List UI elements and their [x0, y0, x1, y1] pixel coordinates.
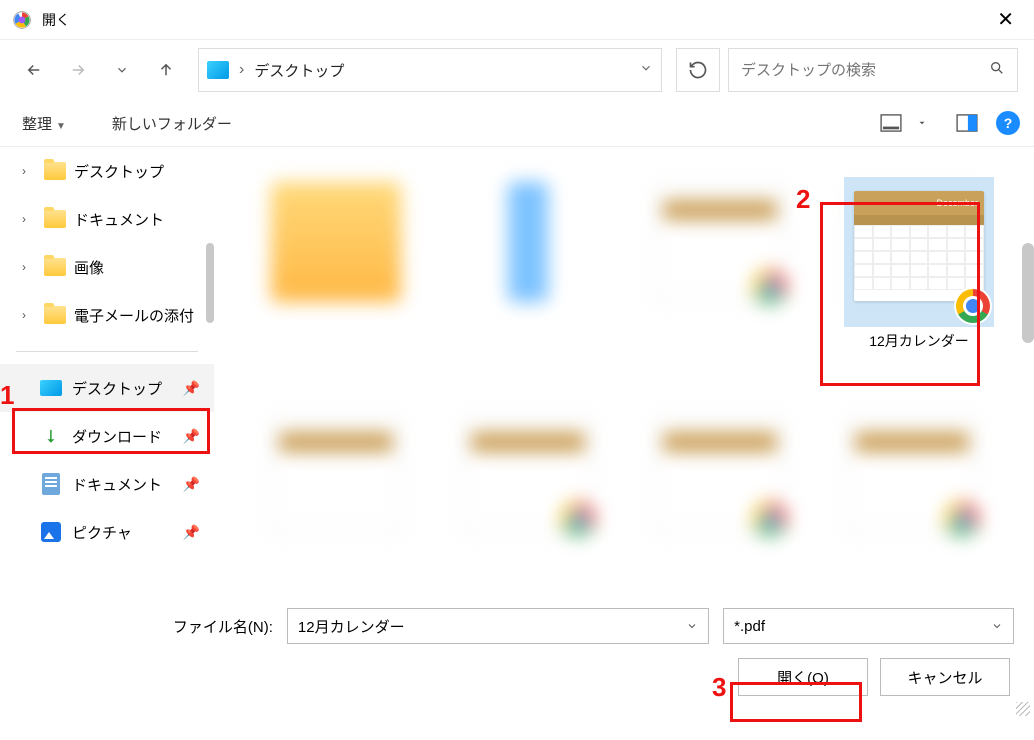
tree-label: 画像 [74, 257, 104, 278]
tree-item-pictures[interactable]: › 画像 [0, 243, 214, 291]
chevron-right-icon: › [22, 308, 36, 322]
sidebar-divider [16, 351, 198, 352]
folder-icon [44, 306, 66, 324]
content-scrollbar[interactable] [1022, 243, 1034, 343]
breadcrumb-dropdown[interactable] [639, 61, 653, 80]
cancel-button[interactable]: キャンセル [880, 658, 1010, 696]
tree-label: デスクトップ [74, 161, 164, 182]
folder-icon [44, 162, 66, 180]
refresh-button[interactable] [676, 48, 720, 92]
quick-label: ドキュメント [72, 474, 162, 495]
app-icon [12, 10, 32, 30]
chevron-right-icon: › [22, 212, 36, 226]
folder-icon [44, 210, 66, 228]
filename-value: 12月カレンダー [298, 616, 686, 637]
main-area: › デスクトップ › ドキュメント › 画像 › 電子メールの添付 デスクトップ 📌 ⭣ ダ… [0, 146, 1034, 590]
quick-access-section: デスクトップ 📌 ⭣ ダウンロード 📌 ドキュメント 📌 ピクチャ 📌 [0, 364, 214, 556]
window-title: 開く [42, 10, 989, 30]
close-button[interactable]: ✕ [989, 7, 1022, 32]
search-input[interactable] [741, 62, 989, 79]
download-icon: ⭣ [40, 425, 62, 447]
help-button[interactable]: ? [996, 111, 1020, 135]
search-icon [989, 60, 1005, 81]
back-button[interactable] [16, 52, 52, 88]
pin-icon: 📌 [183, 380, 200, 397]
breadcrumb-separator: › [239, 61, 244, 79]
recent-dropdown[interactable] [104, 52, 140, 88]
chrome-overlay-icon [954, 287, 992, 325]
quick-item-downloads[interactable]: ⭣ ダウンロード 📌 [0, 412, 214, 460]
tree-label: ドキュメント [74, 209, 164, 230]
pin-icon: 📌 [183, 524, 200, 541]
document-icon [40, 473, 62, 495]
quick-item-pictures[interactable]: ピクチャ 📌 [0, 508, 214, 556]
pictures-icon [40, 521, 62, 543]
organize-menu[interactable]: 整理▼ [14, 109, 74, 138]
desktop-icon [40, 377, 62, 399]
sidebar-scrollbar[interactable] [206, 243, 214, 323]
file-list-pane[interactable]: December 12月カレンダー [214, 147, 1034, 590]
location-icon [207, 61, 229, 79]
quick-label: デスクトップ [72, 378, 162, 399]
filetype-combobox[interactable]: *.pdf [723, 608, 1014, 644]
breadcrumb-current: デスクトップ [254, 60, 629, 81]
filename-combobox[interactable]: 12月カレンダー [287, 608, 709, 644]
address-bar[interactable]: › デスクトップ [198, 48, 662, 92]
new-folder-button[interactable]: 新しいフォルダー [104, 109, 240, 138]
tree-item-documents[interactable]: › ドキュメント [0, 195, 214, 243]
title-bar: 開く ✕ [0, 0, 1034, 40]
tree-item-desktop[interactable]: › デスクトップ [0, 147, 214, 195]
file-item-label: 12月カレンダー [840, 327, 998, 355]
preview-pane-button[interactable] [952, 108, 982, 138]
quick-item-documents[interactable]: ドキュメント 📌 [0, 460, 214, 508]
pin-icon: 📌 [183, 428, 200, 445]
chevron-down-icon [686, 620, 698, 632]
file-item-selected[interactable]: December 12月カレンダー [840, 177, 998, 355]
filetype-value: *.pdf [734, 618, 991, 635]
navigation-bar: › デスクトップ [0, 40, 1034, 100]
resize-grip[interactable] [1016, 702, 1030, 716]
toolbar: 整理▼ 新しいフォルダー ? [0, 100, 1034, 146]
quick-label: ピクチャ [72, 522, 132, 543]
quick-label: ダウンロード [72, 426, 162, 447]
chevron-right-icon: › [22, 260, 36, 274]
pin-icon: 📌 [183, 476, 200, 493]
chevron-down-icon [991, 620, 1003, 632]
tree-item-email-attachments[interactable]: › 電子メールの添付 [0, 291, 214, 339]
file-thumbnail: December [844, 177, 994, 327]
view-dropdown[interactable] [914, 108, 930, 138]
open-button[interactable]: 開く(O) [738, 658, 868, 696]
search-box[interactable] [728, 48, 1018, 92]
filename-label: ファイル名(N): [20, 616, 279, 637]
chevron-down-icon: ▼ [56, 121, 66, 132]
up-button[interactable] [148, 52, 184, 88]
bottom-panel: ファイル名(N): 12月カレンダー *.pdf 開く(O) キャンセル [0, 590, 1034, 720]
calendar-month: December [936, 198, 978, 208]
view-mode-button[interactable] [876, 108, 906, 138]
folder-icon [44, 258, 66, 276]
quick-item-desktop[interactable]: デスクトップ 📌 [0, 364, 214, 412]
tree-label: 電子メールの添付 [74, 305, 194, 326]
chevron-right-icon: › [22, 164, 36, 178]
sidebar: › デスクトップ › ドキュメント › 画像 › 電子メールの添付 デスクトップ 📌 ⭣ ダ… [0, 147, 214, 590]
forward-button[interactable] [60, 52, 96, 88]
